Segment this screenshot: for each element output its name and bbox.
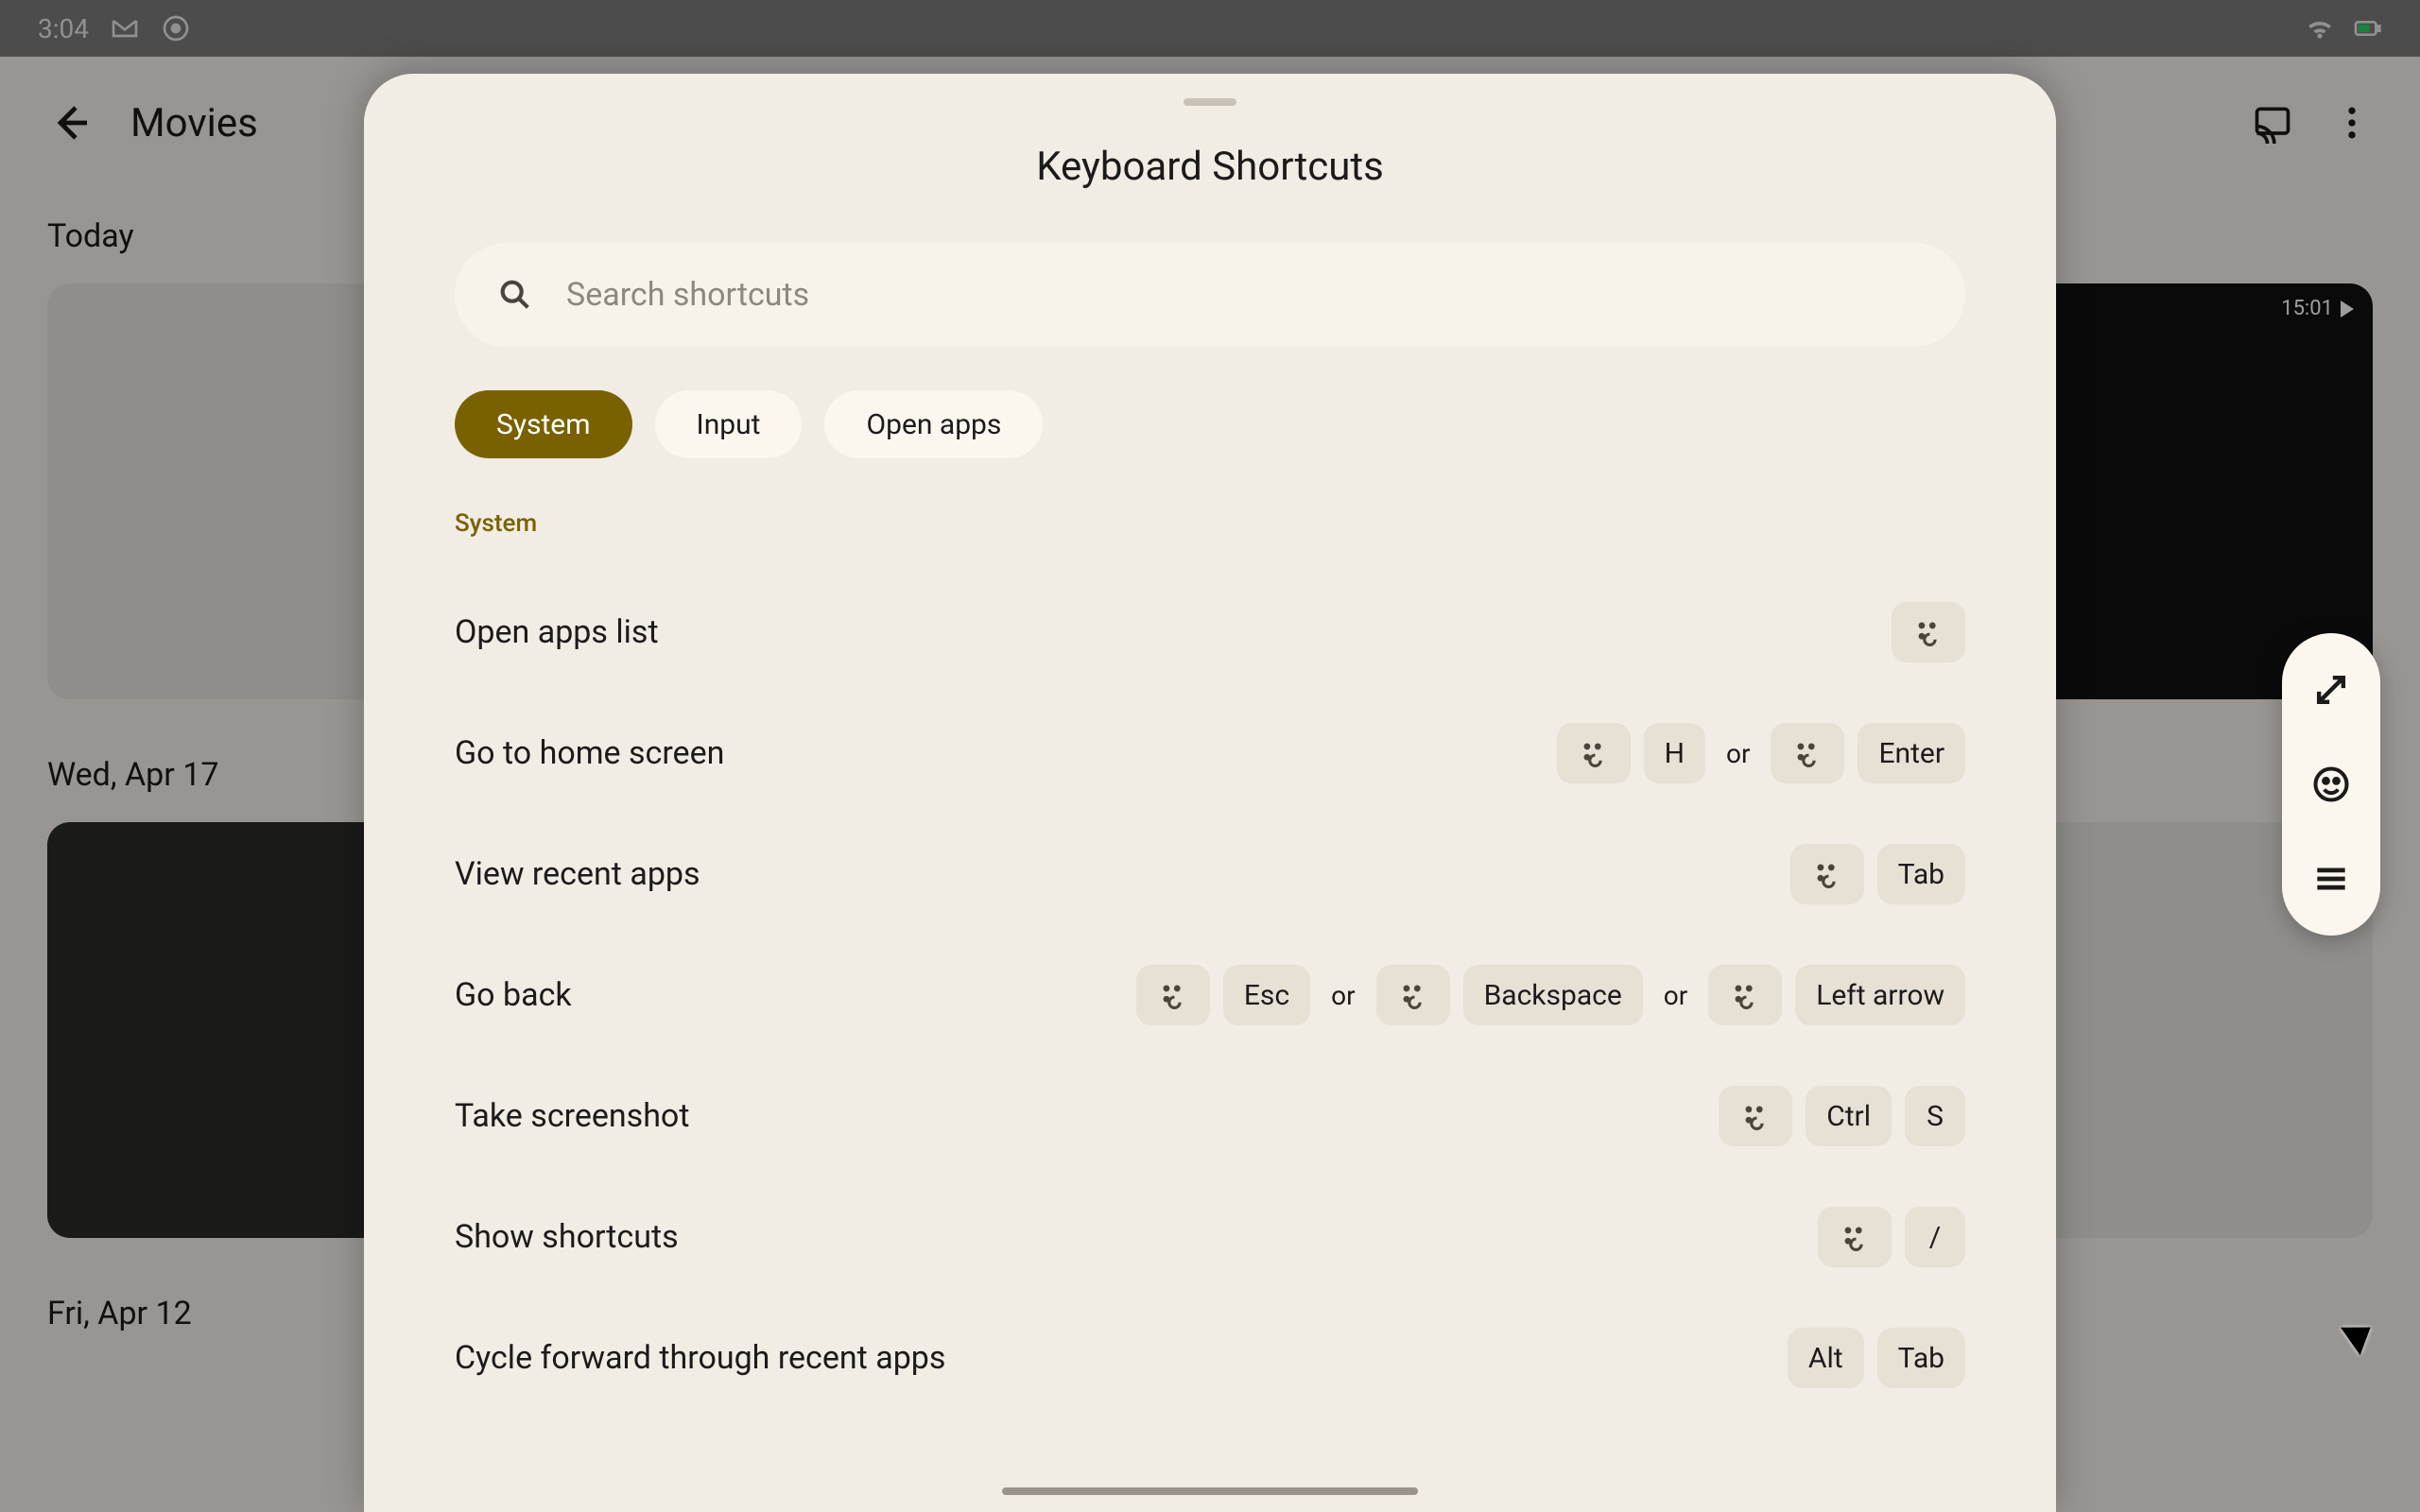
search-icon bbox=[496, 276, 534, 314]
meta-key-icon bbox=[1708, 965, 1782, 1025]
or-text: or bbox=[1323, 980, 1362, 1011]
shortcut-row-cycle-forward: Cycle forward through recent apps Alt Ta… bbox=[455, 1297, 1965, 1418]
shortcut-label: Show shortcuts bbox=[455, 1218, 679, 1256]
category-tabs: System Input Open apps bbox=[455, 390, 1965, 458]
meta-key-icon bbox=[1790, 844, 1864, 904]
more-vert-icon[interactable] bbox=[2331, 102, 2373, 144]
key-tab: Tab bbox=[1877, 844, 1965, 904]
shortcut-label: Open apps list bbox=[455, 613, 659, 651]
shortcut-label: Go back bbox=[455, 976, 572, 1014]
drag-handle[interactable] bbox=[1184, 98, 1236, 106]
emoji-icon[interactable] bbox=[2310, 764, 2352, 805]
search-shortcuts-field[interactable] bbox=[455, 243, 1965, 347]
key-slash: / bbox=[1905, 1207, 1965, 1267]
panel-title: Keyboard Shortcuts bbox=[455, 144, 1965, 190]
or-text: or bbox=[1719, 738, 1757, 769]
key-enter: Enter bbox=[1858, 723, 1965, 783]
key-ctrl: Ctrl bbox=[1806, 1086, 1892, 1146]
expand-icon[interactable] bbox=[2310, 669, 2352, 711]
shortcut-label: Take screenshot bbox=[455, 1097, 689, 1135]
shortcut-row-open-apps-list: Open apps list bbox=[455, 572, 1965, 693]
status-bar: 3:04 bbox=[0, 0, 2420, 57]
key-tab: Tab bbox=[1877, 1328, 1965, 1388]
shortcut-row-recent: View recent apps Tab bbox=[455, 814, 1965, 935]
meta-key-icon bbox=[1719, 1086, 1792, 1146]
key-h: H bbox=[1644, 723, 1705, 783]
floating-toolbar bbox=[2282, 633, 2380, 936]
shortcut-label: Go to home screen bbox=[455, 734, 724, 772]
meta-key-icon bbox=[1892, 602, 1965, 662]
tab-open-apps[interactable]: Open apps bbox=[824, 390, 1043, 458]
key-s: S bbox=[1905, 1086, 1965, 1146]
key-backspace: Backspace bbox=[1463, 965, 1643, 1025]
shortcut-row-show-shortcuts: Show shortcuts / bbox=[455, 1177, 1965, 1297]
or-text: or bbox=[1656, 980, 1695, 1011]
keyboard-shortcuts-panel: Keyboard Shortcuts System Input Open app… bbox=[364, 74, 2056, 1512]
group-heading: System bbox=[455, 509, 1965, 538]
back-button[interactable] bbox=[47, 100, 93, 146]
meta-key-icon bbox=[1557, 723, 1631, 783]
meta-key-icon bbox=[1376, 965, 1450, 1025]
battery-charging-icon bbox=[2352, 13, 2382, 43]
shortcut-row-home: Go to home screen H or Enter bbox=[455, 693, 1965, 814]
meta-key-icon bbox=[1136, 965, 1210, 1025]
shortcut-label: View recent apps bbox=[455, 855, 700, 893]
meta-key-icon bbox=[1818, 1207, 1892, 1267]
search-input[interactable] bbox=[566, 276, 1924, 314]
wifi-icon bbox=[2305, 13, 2335, 43]
shortcut-row-back: Go back Esc or Backspace or Left arrow bbox=[455, 935, 1965, 1056]
page-title: Movies bbox=[130, 100, 258, 146]
thumb-duration: 15:01 bbox=[2281, 297, 2333, 320]
menu-icon[interactable] bbox=[2310, 858, 2352, 900]
key-alt: Alt bbox=[1788, 1328, 1864, 1388]
status-time: 3:04 bbox=[38, 13, 89, 44]
tab-system[interactable]: System bbox=[455, 390, 632, 458]
meta-key-icon bbox=[1771, 723, 1844, 783]
tab-input[interactable]: Input bbox=[655, 390, 803, 458]
key-esc: Esc bbox=[1223, 965, 1310, 1025]
key-left-arrow: Left arrow bbox=[1795, 965, 1965, 1025]
gmail-icon bbox=[110, 13, 140, 43]
shortcut-label: Cycle forward through recent apps bbox=[455, 1339, 945, 1377]
nav-pill[interactable] bbox=[1002, 1487, 1418, 1495]
shortcut-row-screenshot: Take screenshot Ctrl S bbox=[455, 1056, 1965, 1177]
cast-icon[interactable] bbox=[2252, 102, 2293, 144]
circle-dot-icon bbox=[161, 13, 191, 43]
